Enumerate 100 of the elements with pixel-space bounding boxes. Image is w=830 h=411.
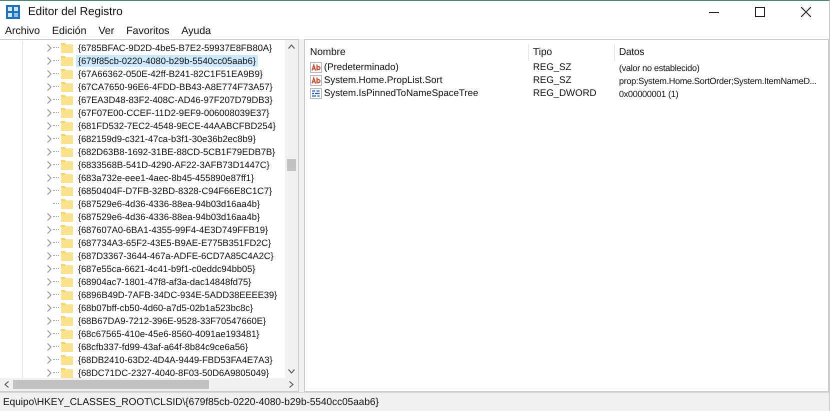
folder-icon: [61, 328, 73, 339]
expand-chevron-icon[interactable]: [47, 264, 52, 272]
folder-icon: [61, 172, 73, 183]
tree-item[interactable]: {6833568B-541D-4290-AF22-3AFB73D1447C}: [76, 158, 272, 170]
horizontal-scrollbar[interactable]: [0, 378, 298, 391]
expand-chevron-icon[interactable]: [47, 186, 52, 194]
expand-chevron-icon[interactable]: [47, 212, 52, 220]
expand-chevron-icon[interactable]: [47, 226, 52, 234]
tree-item[interactable]: {67EA3D48-83F2-408C-AD46-97F207D79DB3}: [76, 94, 275, 106]
column-header[interactable]: Tipo: [529, 44, 615, 61]
folder-icon: [61, 94, 73, 105]
tree-item[interactable]: {687529e6-4d36-4336-88ea-94b03d16aa4b}: [76, 198, 262, 210]
expand-chevron-icon[interactable]: [47, 134, 52, 142]
expand-chevron-icon[interactable]: [47, 278, 52, 286]
tree-item[interactable]: {682159d9-c321-47ca-b3f1-30e36b2ec8b9}: [76, 132, 258, 144]
folder-icon: [61, 107, 73, 118]
expand-chevron-icon[interactable]: [47, 122, 52, 130]
tree-item[interactable]: {681FD532-7EC2-4548-9ECE-44AABCFBD254}: [76, 120, 278, 132]
tree-item[interactable]: {687e55ca-6621-4c41-b9f1-c0eddc94bb05}: [76, 262, 258, 274]
folder-icon: [61, 68, 73, 79]
scroll-left-icon[interactable]: [4, 381, 9, 388]
folder-icon: [61, 159, 73, 170]
folder-icon: [61, 263, 73, 274]
scroll-thumb[interactable]: [287, 158, 296, 171]
tree-item[interactable]: {6896B49D-7AFB-34DC-934E-5ADD38EEEE39}: [76, 288, 280, 300]
binary-value-icon: [310, 88, 322, 99]
table-cell-text: (valor no establecido): [618, 62, 700, 72]
expand-chevron-icon[interactable]: [47, 304, 52, 312]
tree-item[interactable]: {687D3367-3644-467a-ADFE-6CD7A85C4A2C}: [76, 250, 276, 262]
string-value-icon: [310, 62, 322, 73]
expand-chevron-icon[interactable]: [47, 70, 52, 78]
window-title: Editor del Registro: [28, 6, 123, 18]
scroll-up-icon[interactable]: [288, 44, 295, 49]
table-cell-text: REG_SZ: [532, 75, 572, 86]
column-header[interactable]: Datos: [615, 44, 828, 61]
folder-icon: [61, 315, 73, 326]
menu-item[interactable]: Edición: [52, 25, 86, 37]
expand-chevron-icon[interactable]: [47, 342, 52, 350]
folder-icon: [61, 367, 73, 378]
scroll-right-icon[interactable]: [289, 381, 294, 388]
maximize-icon: [755, 7, 765, 17]
folder-icon: [61, 185, 73, 196]
expand-chevron-icon[interactable]: [47, 252, 52, 260]
folder-icon: [61, 341, 73, 352]
table-cell-text: 0x00000001 (1): [618, 88, 680, 98]
tree-item[interactable]: {687734A3-65F2-43E5-B9AE-E775B351FD2C}: [76, 236, 274, 248]
menu-item[interactable]: Ayuda: [181, 25, 212, 37]
expand-chevron-icon[interactable]: [47, 44, 52, 52]
folder-icon: [61, 237, 73, 248]
value-name: System.IsPinnedToNameSpaceTree: [324, 88, 478, 99]
expand-chevron-icon[interactable]: [47, 368, 52, 376]
tree-item[interactable]: {6850404F-D7FB-32BD-8328-C94F66E8C1C7}: [76, 184, 274, 196]
tree-item[interactable]: {687607A0-6BA1-4355-99F4-4E3D749FFB19}: [76, 224, 270, 236]
tree-item[interactable]: {683a732e-eee1-4aec-8b45-455890e87ff1}: [76, 172, 256, 184]
expand-chevron-icon[interactable]: [47, 330, 52, 338]
folder-icon: [61, 354, 73, 365]
menu-item[interactable]: Archivo: [5, 25, 40, 37]
expand-chevron-icon[interactable]: [47, 290, 52, 298]
tree-item[interactable]: {68B67DA9-7212-396E-9528-33F70547660E}: [76, 314, 268, 326]
table-cell-text: REG_DWORD: [532, 88, 598, 99]
tree-item[interactable]: {6785BFAC-9D2D-4be5-B7E2-59937E8FB80A}: [76, 42, 274, 54]
scroll-thumb[interactable]: [13, 380, 209, 389]
scroll-down-icon[interactable]: [288, 369, 295, 374]
expand-chevron-icon[interactable]: [47, 56, 52, 64]
folder-icon: [61, 55, 73, 66]
tree-item[interactable]: {67F07E00-CCEF-11D2-9EF9-006008039E37}: [76, 106, 272, 118]
expand-chevron-icon[interactable]: [47, 316, 52, 324]
expand-chevron-icon[interactable]: [47, 82, 52, 90]
tree-item[interactable]: {68cfb337-fd99-43af-a64f-8b84c9ce6a56}: [76, 340, 250, 352]
tree-item[interactable]: {68DB2410-63D2-4D4A-9449-FBD53FA4E7A3}: [76, 354, 275, 366]
value-name: System.Home.PropList.Sort: [324, 75, 442, 86]
tree-item[interactable]: {687529e6-4d36-4336-88ea-94b03d16aa4b}: [76, 210, 262, 222]
expand-chevron-icon[interactable]: [47, 160, 52, 168]
folder-icon: [61, 276, 73, 287]
expand-chevron-icon[interactable]: [47, 96, 52, 104]
close-icon: [801, 7, 811, 17]
folder-icon: [61, 198, 73, 209]
expand-chevron-icon[interactable]: [47, 148, 52, 156]
folder-icon: [61, 302, 73, 313]
expand-chevron-icon[interactable]: [47, 174, 52, 182]
tree-item[interactable]: {68b07bff-cb50-4d60-a7d5-02b1a523bc8c}: [76, 302, 256, 314]
folder-icon: [61, 289, 73, 300]
folder-icon: [61, 250, 73, 261]
menu-item[interactable]: Favoritos: [126, 25, 170, 37]
folder-icon: [61, 211, 73, 222]
tree-item[interactable]: {679f85cb-0220-4080-b29b-5540cc05aab6}: [76, 54, 258, 66]
column-header[interactable]: Nombre: [305, 44, 529, 61]
tree-item[interactable]: {682D63B8-1692-31BE-88CD-5CB1F79EDB7B}: [76, 146, 278, 158]
folder-icon: [61, 146, 73, 157]
tree-item[interactable]: {68DC71DC-2327-4040-8F03-50D6A9805049}: [76, 366, 272, 378]
registry-editor-icon: [6, 5, 20, 19]
tree-item[interactable]: {68c67565-410e-45e6-8560-4091ae193481}: [76, 328, 262, 340]
tree-item[interactable]: {67A66362-050E-42ff-B241-82C1F51EA9B9}: [76, 68, 265, 80]
menu-item[interactable]: Ver: [98, 25, 114, 37]
tree-item[interactable]: {67CA7650-96E6-4FDD-BB43-A8E774F73A57}: [76, 80, 275, 92]
vertical-scrollbar[interactable]: [285, 40, 298, 378]
expand-chevron-icon[interactable]: [47, 356, 52, 364]
tree-item[interactable]: {68904ac7-1801-47f8-af3a-dac14848fd75}: [76, 276, 254, 288]
expand-chevron-icon[interactable]: [47, 108, 52, 116]
expand-chevron-icon[interactable]: [47, 238, 52, 246]
